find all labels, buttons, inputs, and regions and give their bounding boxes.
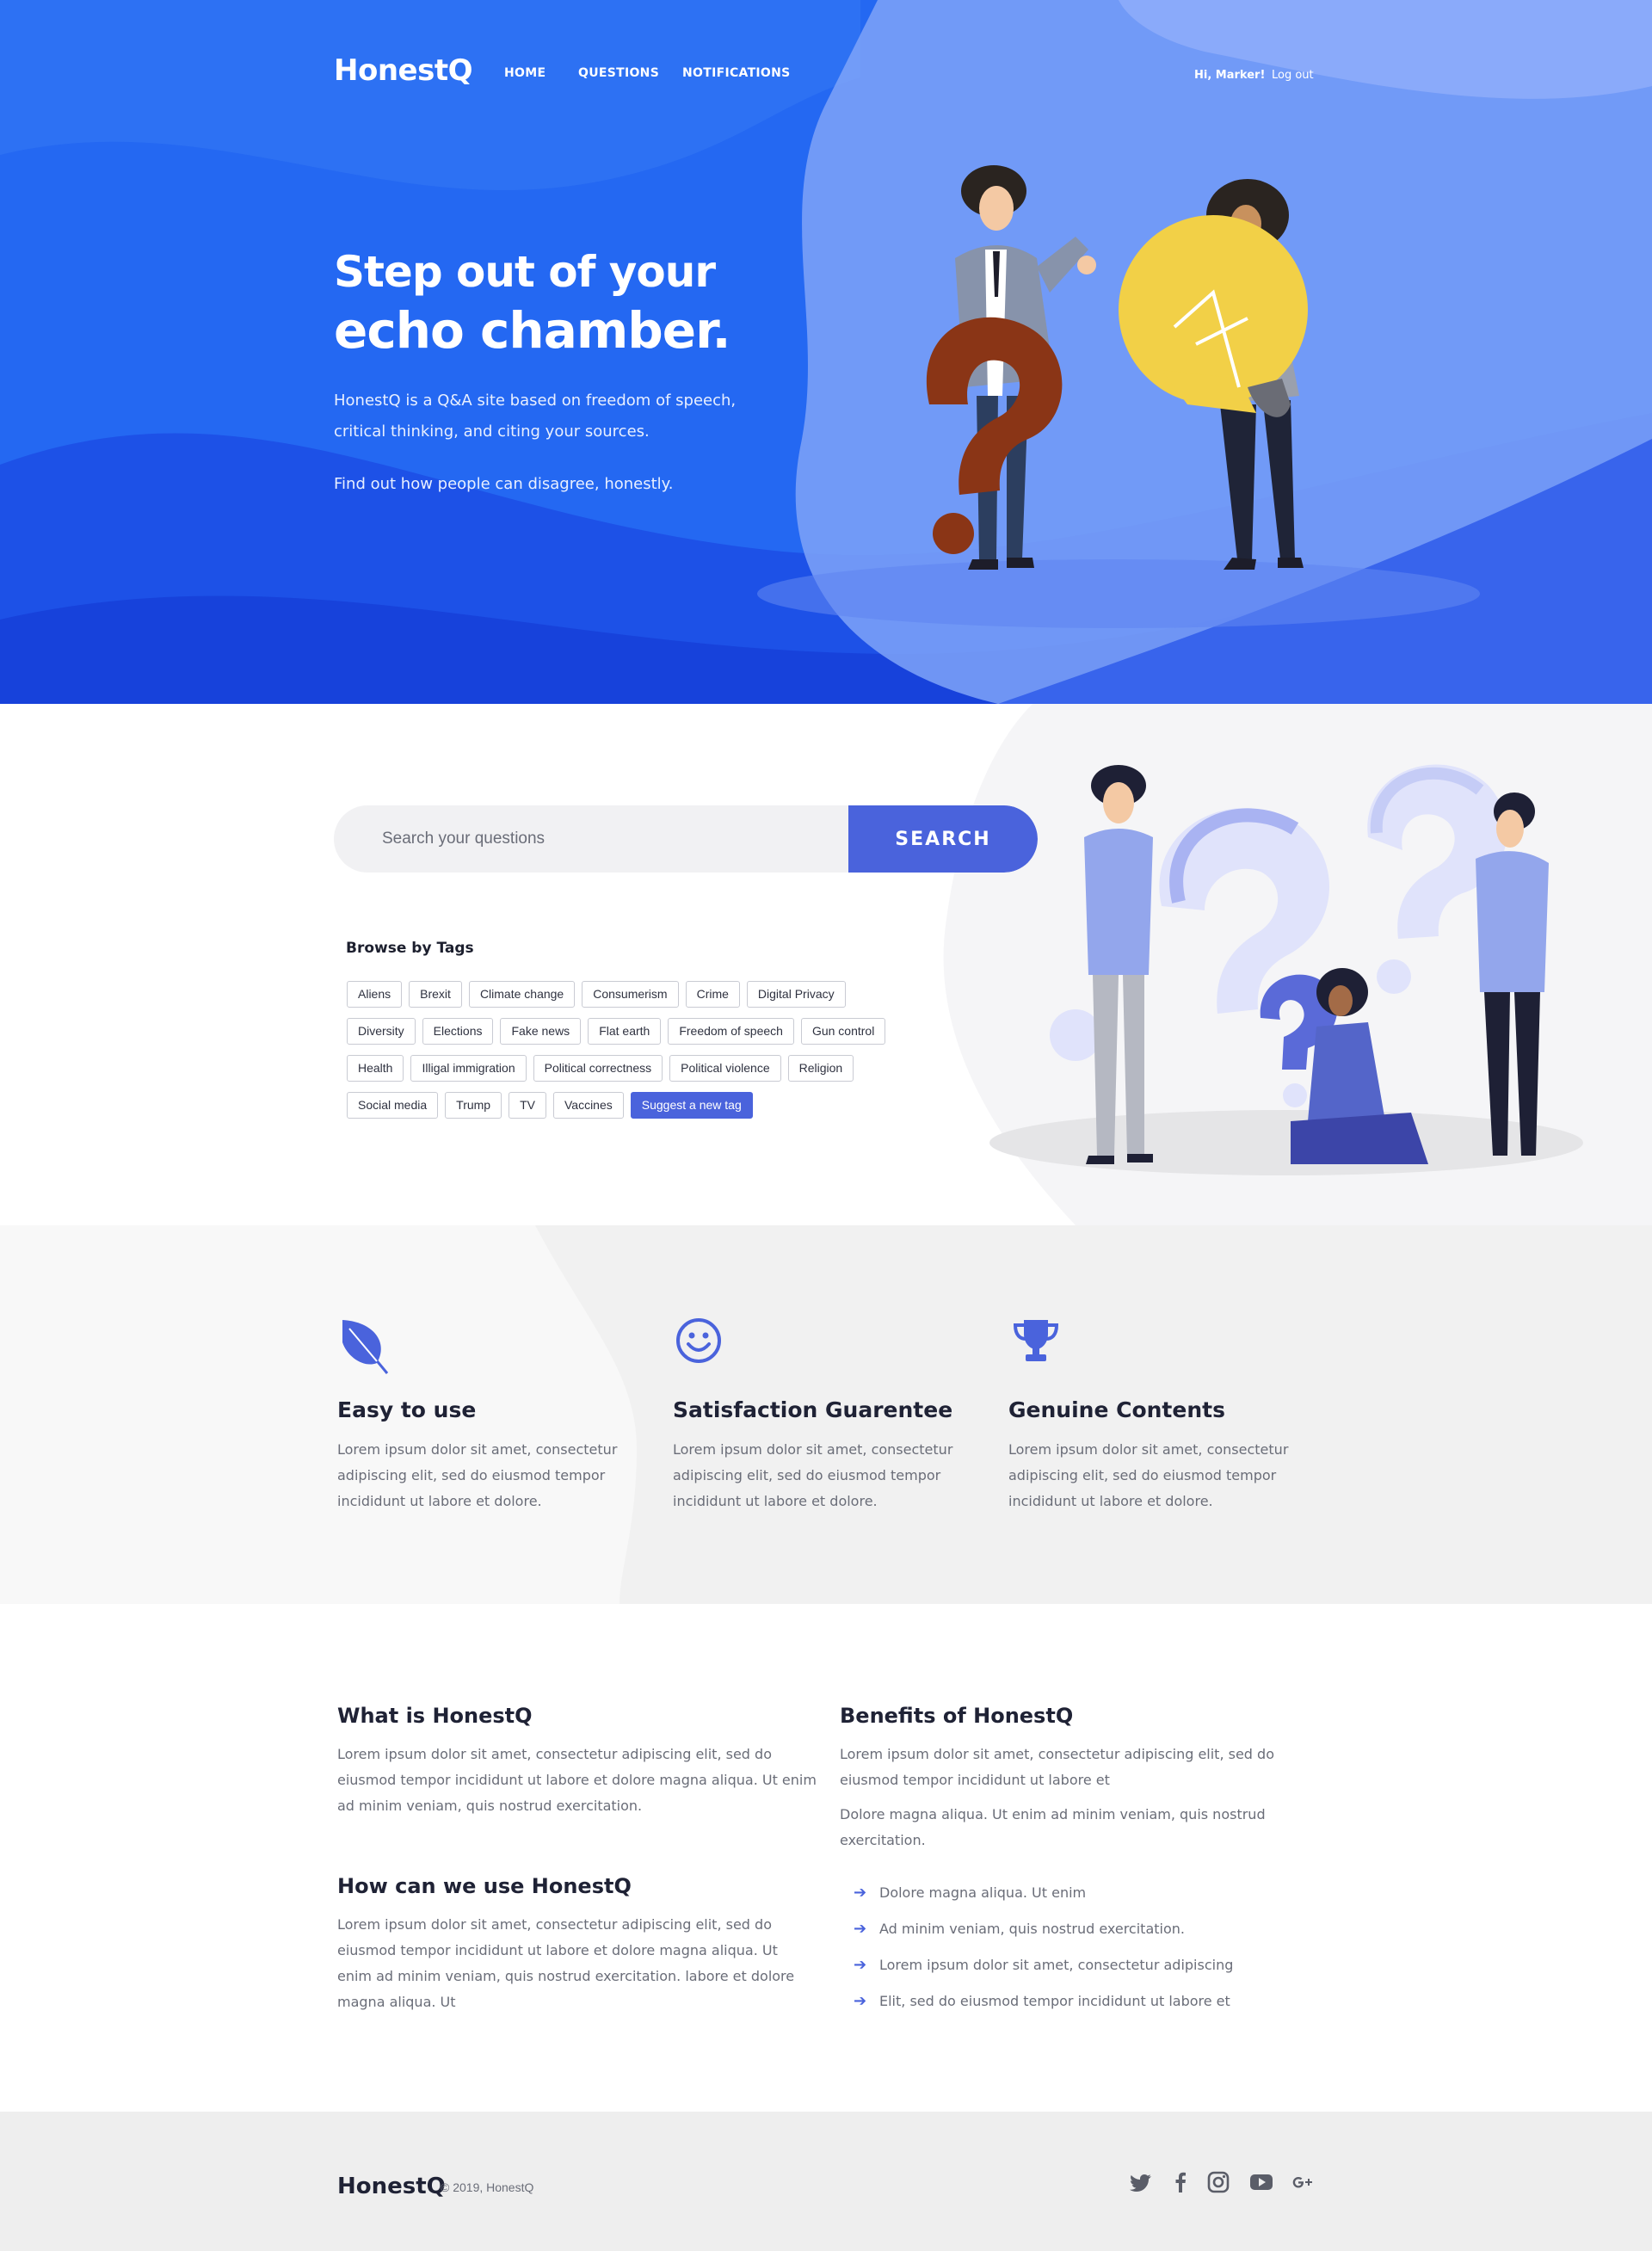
feature-title: Satisfaction Guarentee <box>673 1397 953 1422</box>
search-illustration <box>1050 764 1549 1164</box>
search-input[interactable] <box>334 805 848 873</box>
nav-link-home[interactable]: HOME <box>504 66 546 80</box>
hero-illustration <box>926 165 1308 570</box>
tag-tv[interactable]: TV <box>509 1092 546 1119</box>
smile-icon <box>676 1318 721 1363</box>
how-use-text: Lorem ipsum dolor sit amet, consectetur … <box>337 1916 795 2010</box>
tag-religion[interactable]: Religion <box>787 1055 854 1082</box>
list-item: ➔ Elit, sed do eiusmod tempor incididunt… <box>854 1983 1233 2019</box>
tag-flat-earth[interactable]: Flat earth <box>588 1018 662 1045</box>
search-section: SEARCH Browse by Tags Aliens Brexit Clim… <box>0 704 1652 1225</box>
tag-crime[interactable]: Crime <box>685 981 740 1008</box>
tag-consumerism[interactable]: Consumerism <box>582 981 679 1008</box>
user-greeting[interactable]: Hi, Marker! <box>1194 69 1265 82</box>
tag-political-violence[interactable]: Political violence <box>669 1055 781 1082</box>
hero-title: Step out of your echo chamber. <box>334 243 731 360</box>
tag-fake-news[interactable]: Fake news <box>500 1018 582 1045</box>
info-section: What is HonestQ Lorem ipsum dolor sit am… <box>0 1604 1652 2112</box>
arrow-right-icon: ➔ <box>854 1991 867 2010</box>
tag-trump[interactable]: Trump <box>445 1092 502 1119</box>
benefits-title: Benefits of HonestQ <box>840 1704 1074 1728</box>
tag-climate-change[interactable]: Climate change <box>468 981 576 1008</box>
benefits-text: Lorem ipsum dolor sit amet, consectetur … <box>840 1746 1274 1788</box>
hero-description: HonestQ is a Q&A site based on freedom o… <box>334 392 737 441</box>
hero-tagline: Find out how people can disagree, honest… <box>334 475 674 493</box>
top-navigation: HonestQ HOME QUESTIONS NOTIFICATIONS Hi,… <box>0 0 1652 146</box>
features-section: Easy to use Lorem ipsum dolor sit amet, … <box>0 1225 1652 1604</box>
tag-freedom-of-speech[interactable]: Freedom of speech <box>668 1018 794 1045</box>
tag-aliens[interactable]: Aliens <box>347 981 403 1008</box>
twitter-icon[interactable] <box>1127 2168 1155 2196</box>
feature-title: Easy to use <box>337 1397 477 1422</box>
site-logo[interactable]: HonestQ <box>334 53 472 88</box>
feature-title: Genuine Contents <box>1008 1397 1225 1422</box>
feature-description: Lorem ipsum dolor sit amet, consectetur … <box>337 1441 618 1509</box>
tag-diversity[interactable]: Diversity <box>347 1018 416 1045</box>
tag-brexit[interactable]: Brexit <box>409 981 462 1008</box>
nav-link-questions[interactable]: QUESTIONS <box>578 66 659 80</box>
tag-row: Aliens Brexit Climate change Consumerism… <box>347 981 932 1008</box>
footer-logo[interactable]: HonestQ <box>337 2174 446 2199</box>
footer: HonestQ © 2019, HonestQ <box>0 2112 1652 2251</box>
list-item-text: Elit, sed do eiusmod tempor incididunt u… <box>879 1992 1230 2009</box>
tag-row: Diversity Elections Fake news Flat earth… <box>347 1018 932 1045</box>
google-plus-icon[interactable] <box>1289 2168 1316 2196</box>
what-is-title: What is HonestQ <box>337 1704 533 1728</box>
list-item: ➔ Dolore magna aliqua. Ut enim <box>854 1874 1233 1910</box>
list-item: ➔ Lorem ipsum dolor sit amet, consectetu… <box>854 1946 1233 1983</box>
youtube-icon[interactable] <box>1248 2168 1275 2196</box>
hero-title-line1: Step out of your <box>334 247 716 297</box>
browse-tags-title: Browse by Tags <box>346 940 474 957</box>
tag-list: Aliens Brexit Climate change Consumerism… <box>347 981 932 1129</box>
tag-health[interactable]: Health <box>347 1055 404 1082</box>
tag-illigal-immigration[interactable]: Illigal immigration <box>410 1055 527 1082</box>
arrow-right-icon: ➔ <box>854 1883 867 1902</box>
trophy-icon <box>1013 1320 1059 1361</box>
facebook-icon[interactable] <box>1167 2168 1194 2196</box>
leaf-icon <box>342 1320 389 1374</box>
benefits-list: ➔ Dolore magna aliqua. Ut enim ➔ Ad mini… <box>854 1874 1233 2019</box>
hero-title-line2: echo chamber. <box>334 301 731 360</box>
tag-digital-privacy[interactable]: Digital Privacy <box>746 981 846 1008</box>
tag-social-media[interactable]: Social media <box>347 1092 439 1119</box>
list-item: ➔ Ad minim veniam, quis nostrud exercita… <box>854 1910 1233 1946</box>
arrow-right-icon: ➔ <box>854 1919 867 1938</box>
how-use-title: How can we use HonestQ <box>337 1874 632 1898</box>
tag-vaccines[interactable]: Vaccines <box>552 1092 624 1119</box>
list-item-text: Lorem ipsum dolor sit amet, consectetur … <box>879 1956 1234 1973</box>
hero-section: HonestQ HOME QUESTIONS NOTIFICATIONS Hi,… <box>0 0 1652 704</box>
instagram-icon[interactable] <box>1205 2168 1232 2196</box>
list-item-text: Dolore magna aliqua. Ut enim <box>879 1884 1087 1901</box>
suggest-tag-button[interactable]: Suggest a new tag <box>630 1092 753 1119</box>
nav-link-notifications[interactable]: NOTIFICATIONS <box>682 66 791 80</box>
feature-description: Lorem ipsum dolor sit amet, consectetur … <box>1008 1441 1289 1509</box>
logout-link[interactable]: Log out <box>1272 69 1314 82</box>
search-button[interactable]: SEARCH <box>848 805 1038 873</box>
list-item-text: Ad minim veniam, quis nostrud exercitati… <box>879 1920 1185 1937</box>
feature-description: Lorem ipsum dolor sit amet, consectetur … <box>673 1441 953 1509</box>
tag-gun-control[interactable]: Gun control <box>800 1018 886 1045</box>
tag-political-correctness[interactable]: Political correctness <box>533 1055 663 1082</box>
copyright-text: © 2019, HonestQ <box>441 2180 534 2194</box>
search-bar: SEARCH <box>334 805 1038 873</box>
tag-elections[interactable]: Elections <box>422 1018 494 1045</box>
what-is-text: Lorem ipsum dolor sit amet, consectetur … <box>337 1746 817 1814</box>
tag-row: Health Illigal immigration Political cor… <box>347 1055 932 1082</box>
benefits-text: Dolore magna aliqua. Ut enim ad minim ve… <box>840 1806 1266 1848</box>
tag-row: Social media Trump TV Vaccines Suggest a… <box>347 1092 932 1119</box>
arrow-right-icon: ➔ <box>854 1955 867 1974</box>
